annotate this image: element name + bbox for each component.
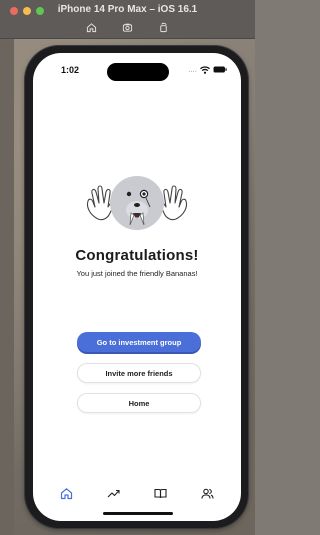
people-icon[interactable] — [200, 485, 216, 501]
status-indicators: .... — [188, 65, 227, 74]
home-button[interactable]: Home — [77, 393, 201, 413]
walrus-mascot — [86, 176, 188, 230]
home-icon[interactable] — [59, 485, 75, 501]
simulator-title-bar: iPhone 14 Pro Max – iOS 16.1 — [0, 0, 255, 39]
window-edge — [0, 39, 14, 535]
screenshot-icon[interactable] — [121, 20, 135, 34]
invite-friends-button[interactable]: Invite more friends — [77, 363, 201, 383]
tab-bar — [33, 483, 241, 503]
window-title: iPhone 14 Pro Max – iOS 16.1 — [57, 4, 198, 15]
book-icon[interactable] — [153, 485, 169, 501]
phone-screen: 1:02 .... Congratulations! You just join… — [33, 53, 241, 521]
home-indicator — [103, 512, 173, 515]
dynamic-island — [107, 63, 169, 81]
signal-dots: .... — [188, 65, 197, 74]
go-to-investment-group-button[interactable]: Go to investment group — [77, 332, 201, 352]
trending-icon[interactable] — [106, 485, 122, 501]
home-icon[interactable] — [85, 20, 99, 34]
rotate-icon[interactable] — [157, 20, 171, 34]
wifi-icon — [200, 65, 210, 74]
joined-message: You just joined the friendly Bananas! — [76, 269, 198, 278]
congratulations-heading: Congratulations! — [75, 247, 199, 264]
status-time: 1:02 — [61, 65, 80, 75]
battery-icon — [213, 66, 227, 73]
